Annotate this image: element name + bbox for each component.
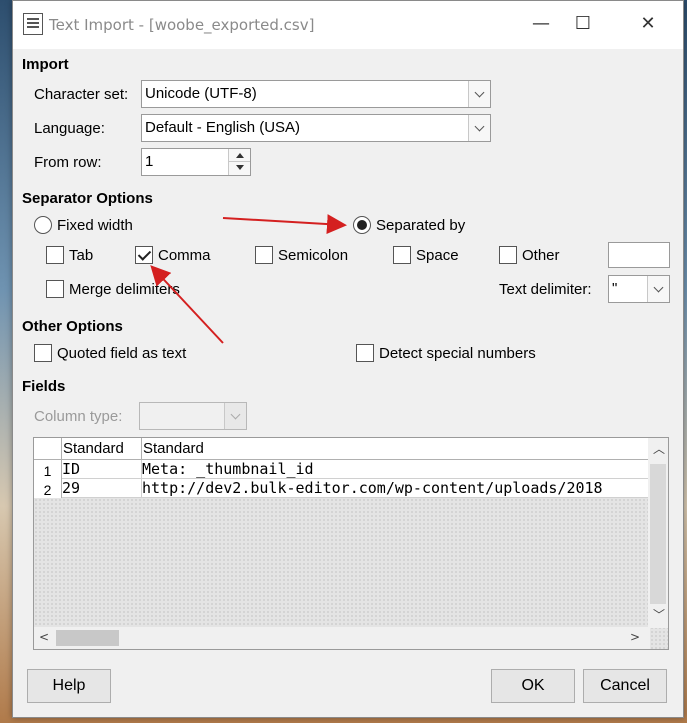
stepper-buttons [228, 149, 250, 175]
fields-section-title: Fields [22, 378, 66, 395]
comma-label: Comma [158, 247, 211, 264]
grid-header: Standard Standard [34, 438, 650, 460]
chevron-right-icon[interactable]: > [630, 630, 640, 644]
column-header[interactable]: Standard [142, 438, 650, 460]
detect-numbers-label: Detect special numbers [379, 345, 536, 362]
tab-label: Tab [69, 247, 94, 264]
table-row: 2 29 http://dev2.bulk-editor.com/wp-cont… [34, 479, 650, 498]
charset-select[interactable]: Unicode (UTF-8) [141, 80, 491, 108]
chevron-down-icon[interactable] [647, 276, 669, 302]
preview-grid[interactable]: Standard Standard 1 ID Meta: _thumbnail_… [33, 437, 669, 650]
document-icon [23, 13, 43, 35]
ok-button[interactable]: OK [491, 669, 575, 703]
chevron-down-icon[interactable] [468, 81, 490, 107]
from-row-label: From row: [34, 154, 102, 171]
fixed-width-label: Fixed width [57, 217, 133, 234]
horizontal-scrollbar[interactable]: < > [34, 627, 650, 649]
column-header[interactable]: Standard [62, 438, 142, 460]
import-section-title: Import [22, 56, 69, 73]
other-separator-input[interactable] [608, 242, 670, 268]
horizontal-scroll-thumb[interactable] [56, 630, 119, 646]
vertical-scrollbar[interactable]: ︿ ﹀ [648, 438, 668, 628]
table-cell: 29 [62, 479, 142, 498]
space-checkbox[interactable] [393, 246, 411, 264]
language-value: Default - English (USA) [145, 119, 301, 136]
title-bar: Text Import - [woobe_exported.csv] — ☐ ✕ [13, 1, 683, 49]
text-delimiter-value: " [612, 280, 618, 297]
from-row-value: 1 [145, 153, 154, 170]
text-delimiter-select[interactable]: " [608, 275, 670, 303]
language-select[interactable]: Default - English (USA) [141, 114, 491, 142]
dialog-content: Import Character set: Unicode (UTF-8) La… [13, 49, 683, 717]
text-import-dialog: Text Import - [woobe_exported.csv] — ☐ ✕… [12, 0, 684, 718]
fixed-width-radio[interactable] [34, 216, 52, 234]
stepper-up-icon[interactable] [229, 149, 250, 162]
quoted-field-label: Quoted field as text [57, 345, 187, 362]
detect-numbers-checkbox[interactable] [356, 344, 374, 362]
tab-checkbox[interactable] [46, 246, 64, 264]
chevron-down-icon[interactable] [224, 403, 246, 429]
separated-by-label: Separated by [376, 217, 466, 234]
other-label: Other [522, 247, 560, 264]
separated-by-radio[interactable] [353, 216, 371, 234]
column-type-select[interactable] [139, 402, 247, 430]
table-cell: Meta: _thumbnail_id [142, 460, 314, 478]
close-button[interactable]: ✕ [628, 9, 668, 39]
row-number: 2 [34, 479, 62, 498]
space-label: Space [416, 247, 459, 264]
table-row: 1 ID Meta: _thumbnail_id [34, 460, 650, 479]
vertical-scroll-thumb[interactable] [650, 464, 666, 604]
comma-checkbox[interactable] [135, 246, 153, 264]
semicolon-label: Semicolon [278, 247, 349, 264]
chevron-down-icon[interactable]: ﹀ [653, 606, 665, 623]
table-cell: http://dev2.bulk-editor.com/wp-content/u… [142, 479, 603, 497]
help-button[interactable]: Help [27, 669, 111, 703]
cancel-button[interactable]: Cancel [583, 669, 667, 703]
separator-section-title: Separator Options [22, 190, 153, 207]
text-delimiter-label: Text delimiter: [499, 281, 592, 298]
chevron-up-icon[interactable]: ︿ [653, 440, 665, 457]
quoted-field-checkbox[interactable] [34, 344, 52, 362]
other-checkbox[interactable] [499, 246, 517, 264]
row-number: 1 [34, 460, 62, 479]
charset-label: Character set: [34, 86, 129, 103]
semicolon-checkbox[interactable] [255, 246, 273, 264]
other-options-section-title: Other Options [22, 318, 123, 335]
maximize-button[interactable]: ☐ [563, 9, 603, 39]
merge-delimiters-checkbox[interactable] [46, 280, 64, 298]
chevron-left-icon[interactable]: < [39, 630, 49, 644]
charset-value: Unicode (UTF-8) [145, 85, 257, 102]
chevron-down-icon[interactable] [468, 115, 490, 141]
window-title: Text Import - [woobe_exported.csv] [49, 16, 315, 34]
table-cell: ID [62, 460, 142, 479]
column-type-label: Column type: [34, 408, 123, 425]
language-label: Language: [34, 120, 105, 137]
corner-cell [34, 438, 62, 460]
merge-delimiters-label: Merge delimiters [69, 281, 180, 298]
from-row-stepper[interactable]: 1 [141, 148, 251, 176]
minimize-button[interactable]: — [521, 9, 561, 39]
stepper-down-icon[interactable] [229, 162, 250, 175]
